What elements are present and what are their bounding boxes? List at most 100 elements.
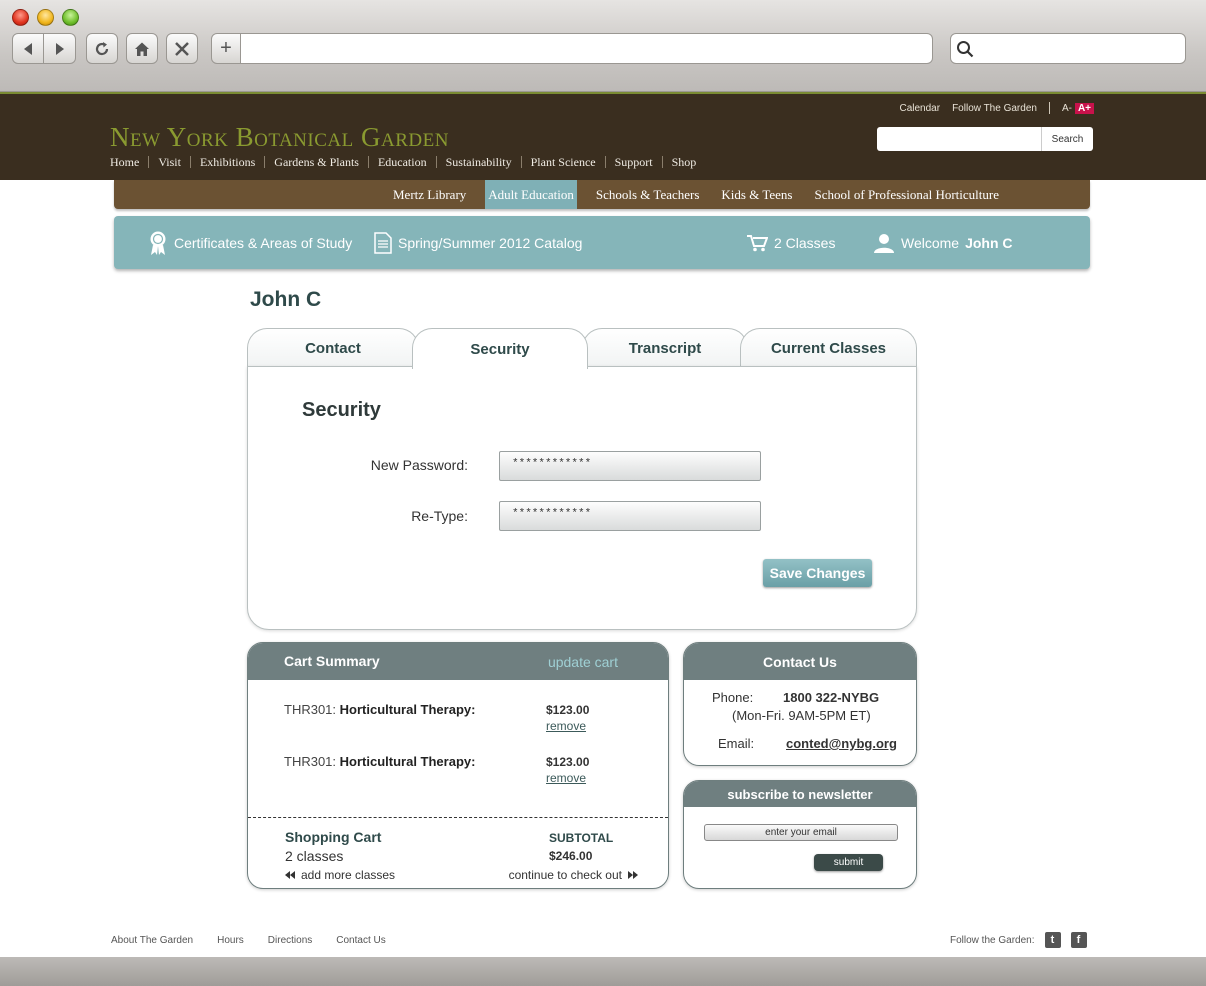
subnav-mertz-library[interactable]: Mertz Library bbox=[382, 180, 477, 209]
follow-garden-link[interactable]: Follow The Garden bbox=[952, 103, 1037, 114]
reload-button[interactable] bbox=[86, 33, 118, 64]
newsletter-submit-button[interactable]: submit bbox=[814, 854, 883, 871]
catalog-link[interactable]: Spring/Summer 2012 Catalog bbox=[374, 216, 582, 269]
close-window-button[interactable] bbox=[12, 9, 29, 26]
retype-password-label: Re-Type: bbox=[411, 508, 468, 524]
update-cart-link[interactable]: update cart bbox=[548, 654, 618, 670]
tab-transcript[interactable]: Transcript bbox=[582, 328, 748, 368]
cart-item-code: THR301: bbox=[284, 702, 337, 717]
retype-password-input[interactable]: ************ bbox=[499, 501, 761, 531]
page-title: John C bbox=[250, 288, 322, 311]
site-search-input[interactable] bbox=[877, 127, 1041, 151]
new-password-input[interactable]: ************ bbox=[499, 451, 761, 481]
contact-us-title: Contact Us bbox=[684, 643, 916, 680]
ribbon-icon bbox=[150, 231, 166, 255]
save-changes-button[interactable]: Save Changes bbox=[763, 559, 872, 587]
cart-summary: Cart Summary update cart THR301: Horticu… bbox=[247, 642, 669, 889]
footer-directions-link[interactable]: Directions bbox=[268, 935, 312, 946]
tab-current-classes[interactable]: Current Classes bbox=[740, 328, 917, 368]
browser-chrome: + bbox=[0, 0, 1206, 92]
nav-exhibitions[interactable]: Exhibitions bbox=[189, 156, 264, 168]
remove-item-link[interactable]: remove bbox=[546, 771, 586, 785]
follow-label: Follow the Garden: bbox=[950, 934, 1035, 946]
newsletter-email-input[interactable]: enter your email bbox=[704, 824, 898, 841]
cart-item-name: Horticultural Therapy: bbox=[339, 702, 476, 717]
divider bbox=[248, 817, 668, 818]
remove-item-link[interactable]: remove bbox=[546, 719, 586, 733]
contact-us-box: Contact Us Phone: 1800 322-NYBG (Mon-Fri… bbox=[683, 642, 917, 766]
certificates-link[interactable]: Certificates & Areas of Study bbox=[148, 216, 352, 269]
browser-search-input[interactable] bbox=[950, 33, 1186, 64]
double-chevron-left-icon bbox=[285, 871, 295, 879]
nav-visit[interactable]: Visit bbox=[148, 156, 190, 168]
footer-contact-link[interactable]: Contact Us bbox=[336, 935, 385, 946]
close-icon bbox=[175, 41, 189, 56]
nav-support[interactable]: Support bbox=[604, 156, 662, 168]
cart-link[interactable]: 2 Classes bbox=[746, 216, 835, 269]
zoom-window-button[interactable] bbox=[62, 9, 79, 26]
add-more-classes-link[interactable]: add more classes bbox=[285, 868, 395, 882]
calendar-link[interactable]: Calendar bbox=[899, 103, 940, 114]
user-icon bbox=[874, 233, 894, 253]
subtotal-value: $246.00 bbox=[549, 849, 593, 863]
home-button[interactable] bbox=[126, 33, 158, 64]
catalog-label: Spring/Summer 2012 Catalog bbox=[398, 234, 583, 251]
footer-about-link[interactable]: About The Garden bbox=[111, 935, 193, 946]
nav-plant-science[interactable]: Plant Science bbox=[520, 156, 605, 168]
subnav-adult-education[interactable]: Adult Education bbox=[485, 180, 577, 209]
new-tab-button[interactable]: + bbox=[211, 33, 241, 64]
phone-label: Phone: bbox=[712, 690, 754, 705]
nav-shop[interactable]: Shop bbox=[661, 156, 706, 168]
newsletter-box: subscribe to newsletter enter your email… bbox=[683, 780, 917, 889]
tab-security[interactable]: Security bbox=[412, 328, 588, 369]
follow-garden: Follow the Garden: t f bbox=[950, 932, 1087, 948]
home-icon bbox=[135, 42, 149, 56]
site-search-button[interactable]: Search bbox=[1041, 127, 1093, 151]
account-toolbar: Certificates & Areas of Study Spring/Sum… bbox=[114, 216, 1090, 269]
cart-icon bbox=[747, 234, 768, 251]
footer-hours-link[interactable]: Hours bbox=[217, 935, 244, 946]
newsletter-title: subscribe to newsletter bbox=[684, 781, 916, 807]
email-label: Email: bbox=[718, 736, 755, 751]
continue-checkout-link[interactable]: continue to check out bbox=[509, 868, 638, 882]
new-password-label: New Password: bbox=[370, 457, 468, 473]
email-link[interactable]: conted@nybg.org bbox=[786, 736, 897, 751]
site-logo[interactable]: New York Botanical Garden bbox=[110, 122, 449, 153]
cart-count: 2 Classes bbox=[774, 234, 836, 251]
document-icon bbox=[374, 231, 392, 254]
cart-item-description: THR301: Horticultural Therapy: bbox=[284, 702, 475, 717]
subtotal-label: SUBTOTAL bbox=[549, 831, 614, 845]
cart-item-code: THR301: bbox=[284, 754, 337, 769]
twitter-icon[interactable]: t bbox=[1044, 932, 1061, 948]
utility-links: Calendar Follow The Garden A- A+ bbox=[899, 102, 1094, 114]
minimize-window-button[interactable] bbox=[37, 9, 54, 26]
nav-gardens-plants[interactable]: Gardens & Plants bbox=[264, 156, 368, 168]
user-menu[interactable]: Welcome John C bbox=[873, 216, 1013, 269]
font-smaller-button[interactable]: A- bbox=[1062, 103, 1072, 114]
tab-contact[interactable]: Contact bbox=[247, 328, 419, 368]
sub-nav: Mertz Library Adult Education Schools & … bbox=[114, 180, 1090, 209]
stop-button[interactable] bbox=[166, 33, 198, 64]
add-more-label: add more classes bbox=[301, 868, 396, 882]
cart-header: Cart Summary update cart bbox=[248, 643, 668, 680]
search-icon bbox=[957, 41, 974, 58]
nav-sustainability[interactable]: Sustainability bbox=[435, 156, 521, 168]
cart-item-price: $123.00 bbox=[546, 703, 590, 717]
forward-button[interactable] bbox=[44, 33, 76, 64]
facebook-icon[interactable]: f bbox=[1070, 932, 1087, 948]
user-name: John C bbox=[965, 234, 1013, 251]
back-button[interactable] bbox=[12, 33, 44, 64]
font-larger-button[interactable]: A+ bbox=[1074, 102, 1094, 114]
nav-home[interactable]: Home bbox=[110, 156, 148, 168]
subnav-schools-teachers[interactable]: Schools & Teachers bbox=[585, 180, 711, 209]
site-search: Search bbox=[877, 127, 1093, 151]
url-bar[interactable] bbox=[241, 33, 933, 64]
main-nav: Home Visit Exhibitions Gardens & Plants … bbox=[110, 156, 705, 168]
subnav-professional-horticulture[interactable]: School of Professional Horticulture bbox=[804, 180, 1011, 209]
panel-title: Security bbox=[302, 399, 381, 421]
phone-number: 1800 322-NYBG bbox=[783, 690, 880, 705]
shopping-cart-title: Shopping Cart bbox=[285, 829, 382, 845]
subnav-kids-teens[interactable]: Kids & Teens bbox=[710, 180, 803, 209]
nav-education[interactable]: Education bbox=[367, 156, 436, 168]
security-panel: Security New Password: ************ Re-T… bbox=[247, 366, 917, 630]
